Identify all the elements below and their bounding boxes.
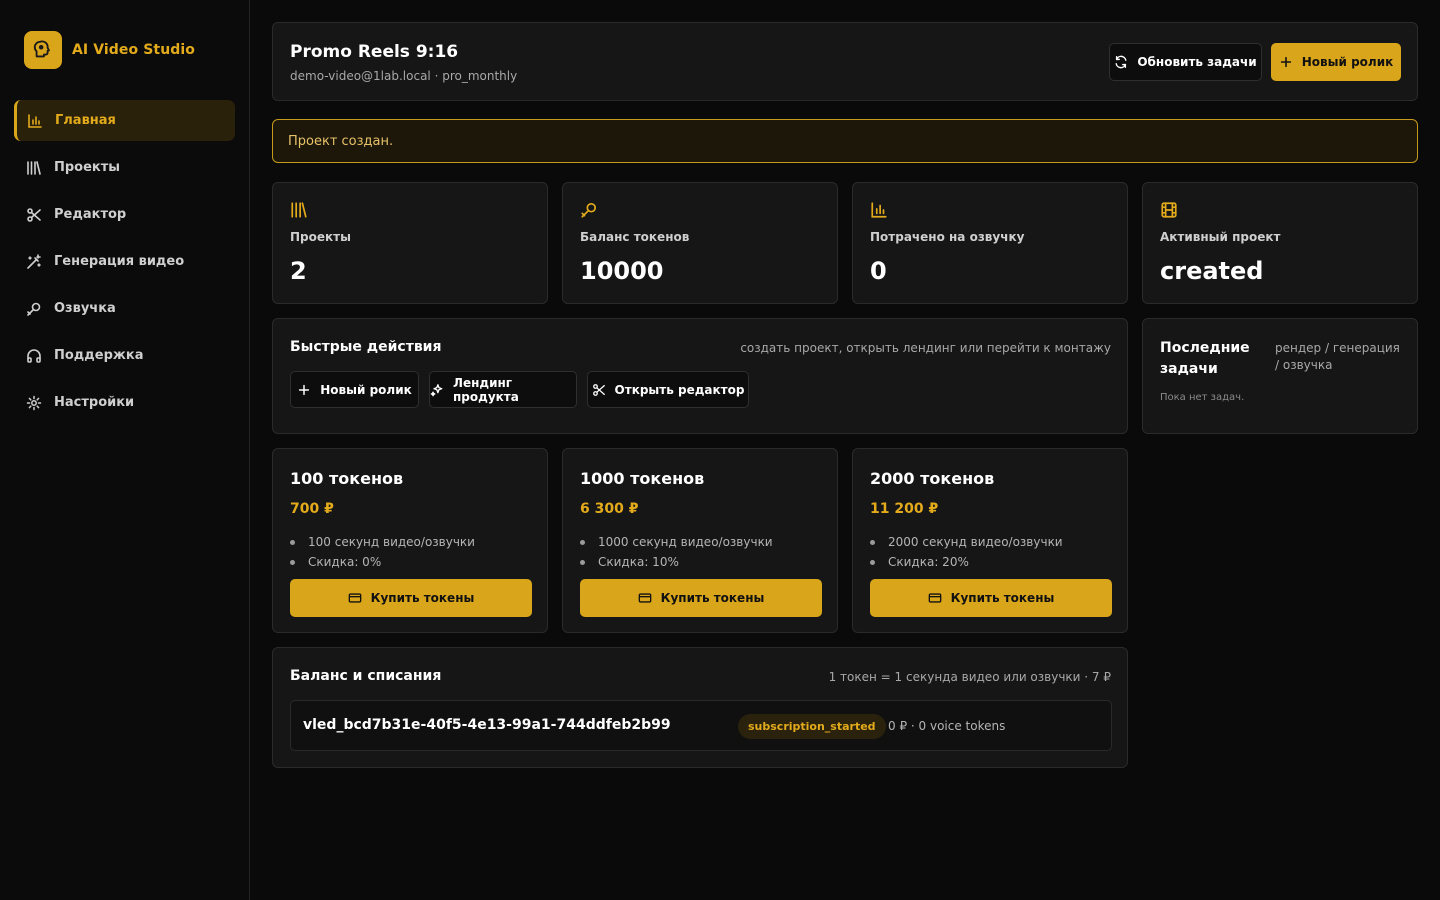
- gear-icon: [26, 395, 42, 410]
- chart-bar-icon: [28, 113, 42, 128]
- page-subtitle: demo-video@1lab.local · pro_monthly: [290, 69, 518, 83]
- headphones-icon: [27, 348, 41, 363]
- scissors-icon: [592, 383, 605, 396]
- list-item: Скидка: 10%: [580, 552, 773, 572]
- list-item: Скидка: 20%: [870, 552, 1063, 572]
- sidebar-item-settings[interactable]: Настройки: [14, 382, 235, 423]
- plan-price: 11 200 ₽: [870, 501, 939, 517]
- scissors-icon: [27, 207, 41, 222]
- buy-tokens-button[interactable]: Купить токены: [580, 579, 822, 617]
- sidebar: AI Video Studio Главная Проекты Редактор…: [0, 0, 250, 900]
- page-header: Promo Reels 9:16 demo-video@1lab.local ·…: [272, 22, 1418, 101]
- sparkles-icon: [430, 383, 443, 396]
- table-row[interactable]: vled_bcd7b31e-40f5-4e13-99a1-744ddfeb2b9…: [290, 700, 1112, 751]
- sidebar-item-label: Проекты: [54, 160, 121, 175]
- stat-card-token-balance: Баланс токенов 10000: [562, 182, 838, 304]
- microphone-icon: [581, 202, 597, 218]
- transaction-id: vled_bcd7b31e-40f5-4e13-99a1-744ddfeb2b9…: [303, 717, 671, 733]
- section-hint: создать проект, открыть лендинг или пере…: [740, 341, 1111, 355]
- sidebar-item-label: Главная: [55, 113, 116, 128]
- plan-price: 700 ₽: [290, 501, 334, 517]
- stat-card-projects: Проекты 2: [272, 182, 548, 304]
- open-editor-button[interactable]: Открыть редактор: [587, 371, 749, 408]
- refresh-icon: [1115, 55, 1127, 69]
- stat-label: Проекты: [290, 230, 351, 244]
- plus-icon: [1280, 56, 1291, 68]
- microphone-icon: [27, 302, 41, 316]
- plan-price: 6 300 ₽: [580, 501, 639, 517]
- plan-title: 1000 токенов: [580, 469, 705, 488]
- film-icon: [1161, 202, 1177, 218]
- plan-features: 1000 секунд видео/озвучки Скидка: 10%: [580, 532, 773, 572]
- plan-title: 2000 токенов: [870, 469, 995, 488]
- plan-features: 100 секунд видео/озвучки Скидка: 0%: [290, 532, 475, 572]
- transaction-amount: 0 ₽ · 0 voice tokens: [888, 719, 1006, 733]
- sidebar-nav: Главная Проекты Редактор Генерация видео…: [14, 100, 235, 429]
- page-title: Promo Reels 9:16: [290, 42, 459, 62]
- plan-card-100: 100 токенов 700 ₽ 100 секунд видео/озвуч…: [272, 448, 548, 633]
- sidebar-item-label: Поддержка: [54, 348, 144, 363]
- quick-actions-panel: Быстрые действия создать проект, открыть…: [272, 318, 1128, 434]
- library-icon: [27, 160, 41, 175]
- success-notice: Проект создан.: [272, 119, 1418, 163]
- plan-card-1000: 1000 токенов 6 300 ₽ 1000 секунд видео/о…: [562, 448, 838, 633]
- empty-state-text: Пока нет задач.: [1160, 392, 1245, 403]
- refresh-tasks-button[interactable]: Обновить задачи: [1109, 43, 1262, 81]
- balance-panel: Баланс и списания 1 токен = 1 секунда ви…: [272, 647, 1128, 768]
- buy-tokens-button[interactable]: Купить токены: [290, 579, 532, 617]
- magic-wand-icon: [27, 253, 41, 269]
- stat-value: created: [1160, 257, 1264, 285]
- app-name: AI Video Studio: [72, 42, 195, 58]
- library-icon: [291, 202, 307, 218]
- sidebar-item-projects[interactable]: Проекты: [14, 147, 235, 188]
- sidebar-item-label: Озвучка: [54, 301, 116, 316]
- list-item: Скидка: 0%: [290, 552, 475, 572]
- recent-tasks-panel: Последние задачи рендер / генерация / оз…: [1142, 318, 1418, 434]
- stat-card-voice-spent: Потрачено на озвучку 0: [852, 182, 1128, 304]
- sidebar-item-video-generation[interactable]: Генерация видео: [14, 241, 235, 282]
- sidebar-item-label: Настройки: [54, 395, 135, 410]
- section-title: Последние задачи: [1160, 340, 1250, 377]
- plan-title: 100 токенов: [290, 469, 404, 488]
- stat-value: 0: [870, 257, 887, 285]
- logo-icon: [24, 31, 62, 69]
- credit-card-icon: [348, 593, 361, 603]
- app-logo[interactable]: AI Video Studio: [24, 31, 195, 69]
- plan-features: 2000 секунд видео/озвучки Скидка: 20%: [870, 532, 1063, 572]
- product-landing-button[interactable]: Лендинг продукта: [429, 371, 577, 408]
- sidebar-item-label: Генерация видео: [54, 254, 185, 269]
- sidebar-item-home[interactable]: Главная: [14, 100, 235, 141]
- section-hint: 1 токен = 1 секунда видео или озвучки · …: [828, 670, 1111, 684]
- stat-value: 10000: [580, 257, 664, 285]
- list-item: 1000 секунд видео/озвучки: [580, 532, 773, 552]
- sidebar-item-label: Редактор: [54, 207, 127, 222]
- sidebar-item-voiceover[interactable]: Озвучка: [14, 288, 235, 329]
- stat-label: Активный проект: [1160, 230, 1281, 244]
- sidebar-item-support[interactable]: Поддержка: [14, 335, 235, 376]
- chart-bar-icon: [871, 202, 887, 218]
- credit-card-icon: [638, 593, 651, 603]
- plus-icon: [299, 384, 310, 395]
- plan-card-2000: 2000 токенов 11 200 ₽ 2000 секунд видео/…: [852, 448, 1128, 633]
- stat-card-active-project: Активный проект created: [1142, 182, 1418, 304]
- sidebar-item-editor[interactable]: Редактор: [14, 194, 235, 235]
- list-item: 2000 секунд видео/озвучки: [870, 532, 1063, 552]
- stat-value: 2: [290, 257, 307, 285]
- section-title: Быстрые действия: [290, 339, 442, 355]
- status-badge: subscription_started: [738, 714, 886, 739]
- new-video-button[interactable]: Новый ролик: [1271, 43, 1401, 81]
- credit-card-icon: [928, 593, 941, 603]
- section-title: Баланс и списания: [290, 668, 442, 684]
- section-hint: рендер / генерация / озвучка: [1275, 341, 1400, 372]
- quick-new-video-button[interactable]: Новый ролик: [290, 371, 419, 408]
- stat-label: Баланс токенов: [580, 230, 690, 244]
- list-item: 100 секунд видео/озвучки: [290, 532, 475, 552]
- stat-label: Потрачено на озвучку: [870, 230, 1025, 244]
- buy-tokens-button[interactable]: Купить токены: [870, 579, 1112, 617]
